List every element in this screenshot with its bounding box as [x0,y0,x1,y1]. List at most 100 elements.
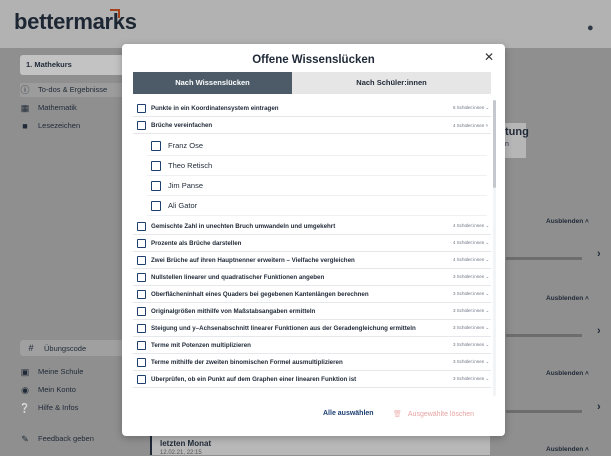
top-bar: bettermarks ● [0,0,611,48]
account-icon: ◉ [21,385,29,395]
bell-icon[interactable]: ● [587,22,594,34]
student-item[interactable]: Franz Ose [147,136,487,156]
checkbox[interactable] [151,160,161,171]
sidebar-item-lesezeichen[interactable]: ■ Lesezeichen [20,119,80,133]
student-item[interactable]: Ali Gator [147,196,487,216]
checkbox[interactable] [151,140,161,151]
sidebar-item-mein-konto[interactable]: ◉ Mein Konto [20,383,76,397]
delete-selected-button[interactable]: 🗑 Ausgewählte löschen [393,410,475,419]
checkbox[interactable] [137,306,146,316]
hash-icon: # [28,343,34,353]
checkbox[interactable] [151,180,161,191]
hide-button[interactable]: Ausblenden ˄ [546,218,589,225]
chevron-right-icon[interactable]: › [597,325,601,337]
checkbox[interactable] [137,289,146,299]
list-item[interactable]: Terme mithilfe der zweiten binomischen F… [133,354,491,371]
student-name: Theo Retisch [168,161,213,170]
chevron-down-icon: ⌄ [485,240,490,245]
list-item[interactable]: Prozente als Brüche darstellen 4 Schüler… [133,235,491,252]
school-icon: ▣ [20,367,30,377]
tab-nach-wissensluecken[interactable]: Nach Wissenslücken [133,72,292,94]
hide-button[interactable]: Ausblenden ˄ [546,295,589,302]
checkbox[interactable] [137,340,146,350]
list-item[interactable]: Gemischte Zahl in unechten Bruch umwande… [133,218,491,235]
sidebar: 1. Mathekurs ⓘ To-dos & Ergebnisse ▦ Mat… [0,48,134,455]
student-count[interactable]: 3 Schüler:innen ⌄ [453,291,491,297]
student-count[interactable]: 4 Schüler:innen ⌄ [453,240,491,246]
checkbox[interactable] [137,272,146,282]
sidebar-item-mathematik[interactable]: ▦ Mathematik [20,101,77,115]
chevron-down-icon: ⌄ [485,376,490,381]
list-item[interactable]: Brüche vereinfachen 4 Schüler:innen ˄ [133,117,491,134]
student-count[interactable]: 3 Schüler:innen ⌄ [453,325,491,331]
delete-selected-label: Ausgewählte löschen [407,410,475,418]
chevron-down-icon: ⌄ [485,291,490,296]
chevron-right-icon[interactable]: › [597,248,601,260]
student-name: Jim Panse [168,181,204,190]
student-count[interactable]: 6 Schüler:innen ⌄ [453,105,491,111]
gap-label: Terme mit Potenzen multiplizieren [151,341,251,349]
hide-button[interactable]: Ausblenden ˄ [546,446,589,453]
student-count[interactable]: 3 Schüler:innen ⌄ [453,274,491,280]
sidebar-item-feedback[interactable]: ✎ Feedback geben [20,432,94,446]
student-count[interactable]: 3 Schüler:innen ⌄ [453,359,491,365]
last-month-label: letzten Monat [160,439,212,448]
checkbox[interactable] [137,374,146,384]
hide-button[interactable]: Ausblenden ˄ [546,370,589,377]
info-icon: ⓘ [20,85,30,95]
scrollbar[interactable] [493,100,496,396]
student-item[interactable]: Theo Retisch [147,156,487,176]
student-count[interactable]: 3 Schüler:innen ⌄ [453,376,491,382]
chevron-right-icon[interactable]: › [597,401,601,413]
sidebar-item-label: Meine Schule [38,367,84,376]
gap-label: Steigung und y–Achsenabschnitt linearer … [151,324,416,332]
ubungscode-field[interactable]: # Übungscode [20,340,128,356]
list-item[interactable]: Steigung und y–Achsenabschnitt linearer … [133,320,491,337]
gap-list: Punkte in ein Koordinatensystem eintrage… [133,100,491,396]
background-heading: tung [505,126,529,138]
ubungscode-label: Übungscode [44,343,87,353]
close-icon[interactable]: ✕ [484,50,494,64]
list-item[interactable]: Zwei Brüche auf ihren Hauptnenner erweit… [133,252,491,269]
sidebar-item-meine-schule[interactable]: ▣ Meine Schule [20,365,84,379]
list-item[interactable]: Punkte in ein Koordinatensystem eintrage… [133,100,491,117]
gap-label: Prozente als Brüche darstellen [151,239,242,247]
list-item[interactable]: Terme mit Potenzen multiplizieren 3 Schü… [133,337,491,354]
checkbox[interactable] [137,103,146,113]
checkbox[interactable] [137,255,146,265]
student-count[interactable]: 3 Schüler:innen ⌄ [453,342,491,348]
checkbox[interactable] [151,200,161,211]
sidebar-item-hilfe[interactable]: ❔ Hilfe & Infos [19,401,78,415]
logo-mark-icon [110,9,120,18]
list-item[interactable]: Oberflächeninhalt eines Quaders bei gege… [133,286,491,303]
student-count[interactable]: 3 Schüler:innen ⌄ [453,308,491,314]
checkbox[interactable] [137,323,146,333]
sidebar-item-todos[interactable]: ⓘ To-dos & Ergebnisse [20,83,128,97]
chevron-down-icon: ⌄ [485,325,490,330]
student-name: Franz Ose [168,141,204,150]
checkbox[interactable] [137,238,146,248]
sidebar-item-label: Feedback geben [38,434,94,443]
tab-nach-schuelerinnen[interactable]: Nach Schüler:innen [292,72,491,94]
gap-label: Brüche vereinfachen [151,121,213,129]
list-item[interactable]: Überprüfen, ob ein Punkt auf dem Graphen… [133,371,491,388]
student-count[interactable]: 4 Schüler:innen ⌄ [453,257,491,263]
list-item[interactable]: Originalgrößen mithilfe von Maßstabsanga… [133,303,491,320]
scrollbar-thumb[interactable] [493,100,496,188]
chevron-down-icon: ⌄ [485,308,490,313]
sidebar-item-label: To-dos & Ergebnisse [38,85,108,94]
background-progress-bar [506,334,582,337]
student-count[interactable]: 4 Schüler:innen ⌄ [453,223,491,229]
gap-label: Originalgrößen mithilfe von Maßstabsanga… [151,307,316,315]
checkbox[interactable] [137,120,146,130]
list-item[interactable]: Nullstellen linearer und quadratischer F… [133,269,491,286]
checkbox[interactable] [137,357,146,367]
student-item[interactable]: Jim Panse [147,176,487,196]
chevron-down-icon: ⌄ [485,223,490,228]
modal-title: Offene Wissenslücken [252,54,375,66]
sidebar-item-label: Mein Konto [38,385,76,394]
student-count[interactable]: 4 Schüler:innen ˄ [453,123,491,128]
course-select[interactable]: 1. Mathekurs [20,55,134,75]
checkbox[interactable] [137,221,146,231]
select-all-button[interactable]: Alle auswählen [323,410,374,417]
